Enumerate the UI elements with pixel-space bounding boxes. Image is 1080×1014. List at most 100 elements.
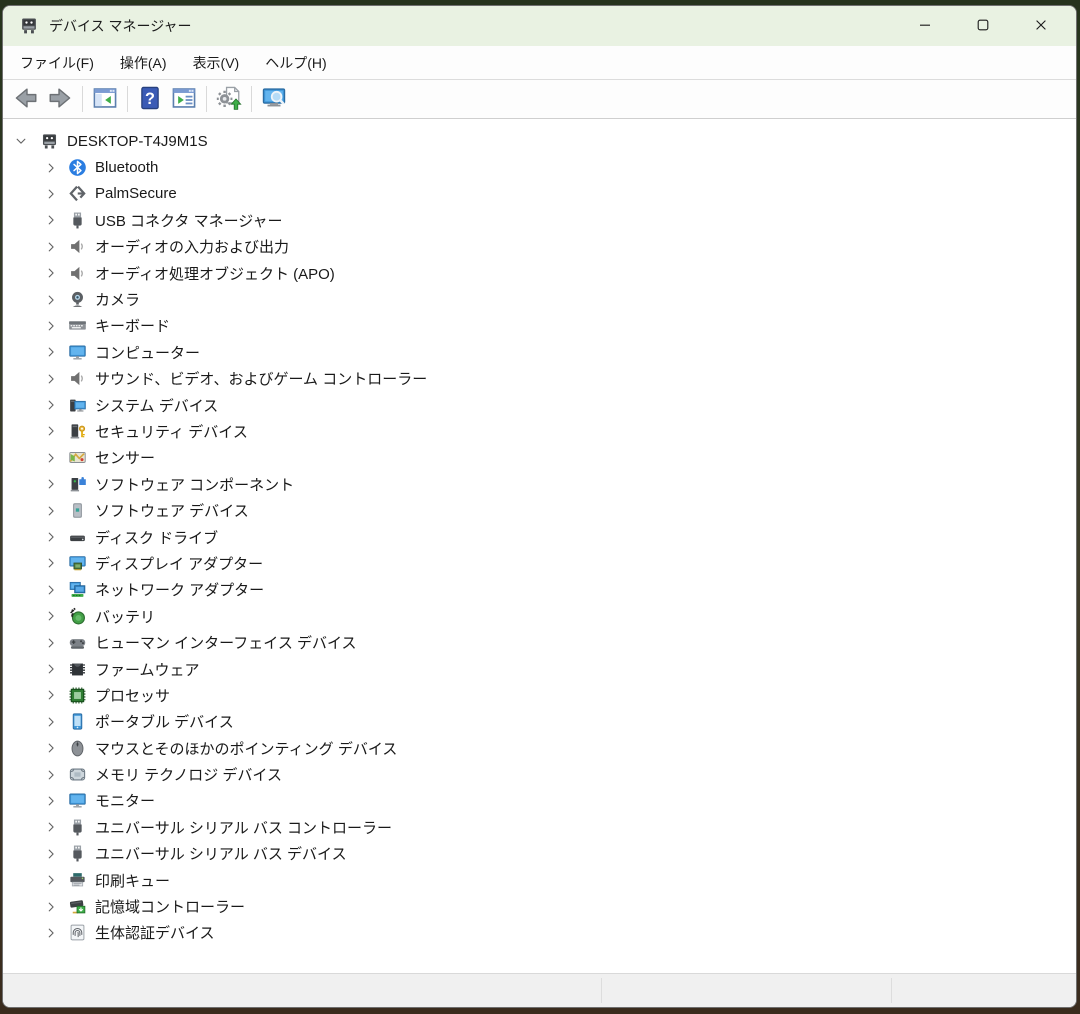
close-button[interactable]	[1018, 6, 1064, 46]
tree-row[interactable]: プロセッサ	[3, 682, 1076, 708]
chevron-right-icon[interactable]	[43, 767, 59, 783]
forward-button[interactable]	[43, 83, 77, 115]
chevron-right-icon[interactable]	[43, 899, 59, 915]
chevron-right-icon[interactable]	[43, 212, 59, 228]
tree-item-label: センサー	[95, 447, 155, 468]
tree-row[interactable]: センサー	[3, 445, 1076, 471]
chevron-right-icon[interactable]	[43, 740, 59, 756]
chevron-right-icon[interactable]	[43, 793, 59, 809]
chevron-right-icon[interactable]	[43, 846, 59, 862]
tree-row[interactable]: オーディオ処理オブジェクト (APO)	[3, 260, 1076, 286]
chevron-right-icon[interactable]	[43, 397, 59, 413]
chevron-right-icon[interactable]	[43, 555, 59, 571]
menu-file[interactable]: ファイル(F)	[7, 47, 107, 79]
tree-row[interactable]: ソフトウェア コンポーネント	[3, 471, 1076, 497]
chevron-right-icon[interactable]	[43, 503, 59, 519]
tree-row[interactable]: ディスプレイ アダプター	[3, 550, 1076, 576]
properties-icon	[171, 85, 197, 114]
tree-item-label: バッテリ	[95, 606, 155, 627]
tree-row[interactable]: マウスとそのほかのポインティング デバイス	[3, 735, 1076, 761]
sw-device-icon	[67, 501, 87, 521]
tree-row[interactable]: ディスク ドライブ	[3, 524, 1076, 550]
status-pane-mid	[602, 974, 891, 1007]
chevron-right-icon[interactable]	[43, 608, 59, 624]
chevron-right-icon[interactable]	[43, 687, 59, 703]
properties-button[interactable]	[167, 83, 201, 115]
menu-bar: ファイル(F)操作(A)表示(V)ヘルプ(H)	[3, 46, 1076, 80]
chevron-right-icon[interactable]	[43, 661, 59, 677]
tree-row[interactable]: システム デバイス	[3, 392, 1076, 418]
chevron-right-icon[interactable]	[43, 925, 59, 941]
chevron-right-icon[interactable]	[43, 186, 59, 202]
menu-view[interactable]: 表示(V)	[180, 47, 253, 79]
chevron-right-icon[interactable]	[43, 423, 59, 439]
hid-icon	[67, 633, 87, 653]
tree-row[interactable]: USB コネクタ マネージャー	[3, 207, 1076, 233]
chevron-right-icon[interactable]	[43, 582, 59, 598]
tree-row[interactable]: オーディオの入力および出力	[3, 234, 1076, 260]
chevron-right-icon[interactable]	[43, 450, 59, 466]
camera-icon	[67, 290, 87, 310]
tree-row[interactable]: ソフトウェア デバイス	[3, 497, 1076, 523]
chevron-right-icon[interactable]	[43, 344, 59, 360]
tree-item-label: 印刷キュー	[95, 870, 170, 891]
scan-hardware-changes-button[interactable]	[212, 83, 246, 115]
tree-row[interactable]: ネットワーク アダプター	[3, 577, 1076, 603]
tree-row[interactable]: セキュリティ デバイス	[3, 418, 1076, 444]
tree-row[interactable]: ポータブル デバイス	[3, 709, 1076, 735]
chevron-right-icon[interactable]	[43, 476, 59, 492]
chevron-right-icon[interactable]	[43, 239, 59, 255]
minimize-button[interactable]	[902, 6, 948, 46]
system-icon	[67, 395, 87, 415]
monitor-icon	[67, 342, 87, 362]
chevron-right-icon[interactable]	[43, 292, 59, 308]
chevron-right-icon[interactable]	[43, 371, 59, 387]
biometric-icon	[67, 923, 87, 943]
storage-icon	[67, 897, 87, 917]
tree-row[interactable]: PalmSecure	[3, 181, 1076, 207]
tree-row[interactable]: モニター	[3, 788, 1076, 814]
tree-row[interactable]: ユニバーサル シリアル バス コントローラー	[3, 814, 1076, 840]
tree-item-label: セキュリティ デバイス	[95, 421, 248, 442]
minimize-icon	[917, 17, 933, 36]
tree-row[interactable]: ユニバーサル シリアル バス デバイス	[3, 841, 1076, 867]
maximize-button[interactable]	[960, 6, 1006, 46]
security-icon	[67, 421, 87, 441]
help-button[interactable]: ?	[133, 83, 167, 115]
tree-row[interactable]: コンピューター	[3, 339, 1076, 365]
chevron-right-icon[interactable]	[43, 265, 59, 281]
chevron-right-icon[interactable]	[43, 714, 59, 730]
tree-row[interactable]: 生体認証デバイス	[3, 920, 1076, 946]
chevron-right-icon[interactable]	[43, 160, 59, 176]
menu-action[interactable]: 操作(A)	[107, 47, 180, 79]
tree-item-label: サウンド、ビデオ、およびゲーム コントローラー	[95, 368, 427, 389]
tree-item-label: ソフトウェア デバイス	[95, 500, 249, 521]
tree-row[interactable]: ヒューマン インターフェイス デバイス	[3, 629, 1076, 655]
tree-item-label: ディスク ドライブ	[95, 527, 218, 548]
display-adapter-icon	[67, 553, 87, 573]
chevron-right-icon[interactable]	[43, 529, 59, 545]
portable-icon	[67, 712, 87, 732]
tree-row[interactable]: 記憶域コントローラー	[3, 893, 1076, 919]
speaker-icon	[67, 263, 87, 283]
tree-row[interactable]: カメラ	[3, 286, 1076, 312]
tree-row[interactable]: バッテリ	[3, 603, 1076, 629]
chevron-right-icon[interactable]	[43, 819, 59, 835]
show-hide-console-tree-button[interactable]	[88, 83, 122, 115]
keyboard-icon	[67, 316, 87, 336]
tree-row[interactable]: Bluetooth	[3, 154, 1076, 180]
tree-row[interactable]: キーボード	[3, 313, 1076, 339]
device-search-button[interactable]	[257, 83, 291, 115]
tree-row[interactable]: ファームウェア	[3, 656, 1076, 682]
chevron-right-icon[interactable]	[43, 635, 59, 651]
tree-root-row[interactable]: DESKTOP-T4J9M1S	[3, 128, 1076, 154]
back-button[interactable]	[9, 83, 43, 115]
usb-icon	[67, 210, 87, 230]
chevron-down-icon[interactable]	[13, 133, 29, 149]
chevron-right-icon[interactable]	[43, 318, 59, 334]
tree-row[interactable]: メモリ テクノロジ デバイス	[3, 761, 1076, 787]
menu-help[interactable]: ヘルプ(H)	[252, 47, 339, 79]
tree-row[interactable]: 印刷キュー	[3, 867, 1076, 893]
tree-row[interactable]: サウンド、ビデオ、およびゲーム コントローラー	[3, 366, 1076, 392]
chevron-right-icon[interactable]	[43, 872, 59, 888]
